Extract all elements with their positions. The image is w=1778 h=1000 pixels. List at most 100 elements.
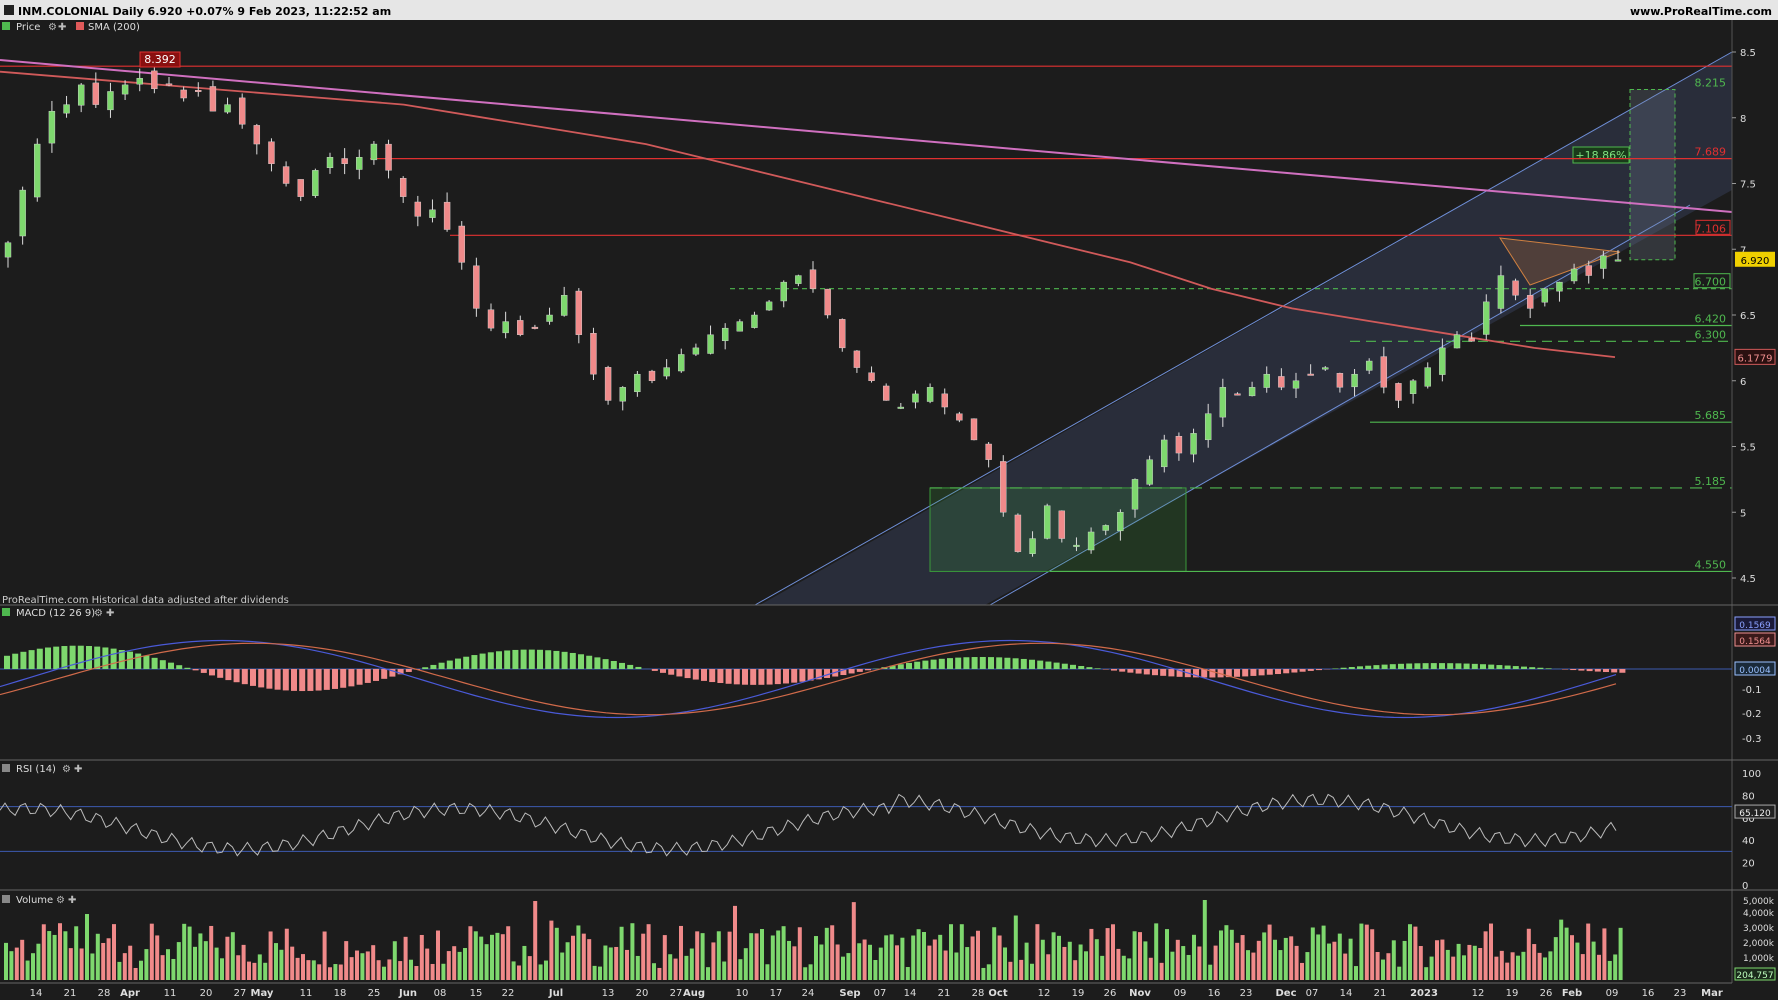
last-price-tag: 6.920 — [1741, 256, 1770, 267]
candle-body — [312, 170, 319, 196]
volume-bar — [371, 945, 376, 980]
candle-body — [1600, 255, 1607, 269]
candle-body — [209, 86, 217, 112]
macd-bar — [282, 669, 289, 691]
volume-bar — [155, 935, 160, 980]
volume-bar — [668, 954, 673, 980]
rsi-tick-label: 80 — [1742, 791, 1755, 802]
macd-bar — [824, 669, 830, 678]
volume-bar — [1526, 928, 1531, 980]
macd-bar — [635, 666, 642, 669]
volume-bar — [679, 925, 683, 980]
volume-bar — [1186, 954, 1191, 980]
macd-bar — [1119, 669, 1126, 672]
candle-body — [19, 189, 26, 237]
volume-bar — [916, 929, 921, 980]
wrench-icon[interactable]: ⚙ — [62, 764, 71, 775]
rsi-legend: RSI (14) ⚙ ✚ — [2, 764, 82, 775]
plus-icon[interactable]: ✚ — [68, 895, 76, 906]
wrench-icon[interactable]: ⚙ — [56, 895, 65, 906]
plus-icon[interactable]: ✚ — [58, 22, 66, 33]
volume-bar — [824, 927, 829, 980]
x-tick-label: 15 — [470, 988, 483, 999]
level-label: 7.106 — [1695, 222, 1727, 235]
x-tick-label: 2023 — [1410, 988, 1438, 999]
volume-bar — [1570, 935, 1574, 980]
volume-bar — [322, 931, 327, 980]
candle-body — [1263, 373, 1270, 388]
volume-bar — [74, 926, 79, 980]
macd-bar — [955, 657, 962, 669]
volume-bar — [652, 963, 656, 980]
volume-bar — [884, 935, 889, 980]
volume-bar — [9, 951, 14, 980]
sma-tag: 6.1779 — [1738, 353, 1773, 364]
x-tick-label: 12 — [1038, 988, 1051, 999]
volume-bar — [625, 949, 629, 980]
x-tick-label: Aug — [683, 988, 705, 999]
macd-bar — [307, 669, 314, 691]
candle-body — [809, 269, 817, 289]
volume-tick-label: 1,000k — [1743, 954, 1775, 964]
candle-body — [238, 97, 246, 125]
macd-bar — [479, 653, 486, 669]
x-tick-label: 20 — [636, 988, 649, 999]
volume-bar — [1321, 925, 1326, 980]
candle-body — [1058, 510, 1066, 539]
volume-bar — [635, 955, 640, 980]
macd-bar — [1471, 663, 1478, 669]
x-tick-label: 19 — [1506, 988, 1519, 999]
plus-icon[interactable]: ✚ — [106, 608, 114, 619]
volume-bar — [382, 966, 386, 980]
volume-bar — [1418, 946, 1423, 980]
x-tick-label: 12 — [1472, 988, 1485, 999]
candle-body — [1131, 479, 1139, 510]
volume-bar — [344, 941, 349, 980]
volume-bar — [781, 926, 786, 980]
macd-bar — [1299, 669, 1306, 672]
volume-bar — [112, 924, 116, 980]
macd-bar — [528, 649, 535, 669]
volume-bar — [1062, 946, 1067, 980]
trading-chart[interactable]: INM.COLONIAL Daily 6.920 +0.07% 9 Feb 20… — [0, 0, 1778, 1000]
volume-bar — [171, 958, 176, 980]
wrench-icon[interactable]: ⚙ — [94, 608, 103, 619]
macd-bar — [1127, 669, 1134, 673]
candle-body — [473, 265, 480, 309]
macd-tick-label: -0.2 — [1742, 709, 1762, 720]
volume-bar — [376, 960, 381, 980]
candle-body — [956, 413, 963, 421]
macd-bar — [610, 660, 617, 669]
macd-bar — [914, 661, 921, 669]
volume-bar — [587, 939, 592, 980]
volume-bar — [1537, 952, 1542, 980]
volume-legend: Volume ⚙ ✚ — [2, 895, 76, 906]
macd-bar — [323, 669, 330, 690]
x-tick-label: 09 — [1174, 988, 1187, 999]
plus-icon[interactable]: ✚ — [74, 764, 82, 775]
price-tick-label: 6.5 — [1740, 311, 1756, 322]
volume-bar — [603, 945, 608, 980]
macd-bar — [110, 648, 117, 669]
macd-bar — [963, 657, 970, 669]
volume-bar — [403, 936, 408, 980]
wrench-icon[interactable]: ⚙ — [48, 22, 57, 33]
macd-bar — [266, 669, 273, 689]
volume-bar — [1613, 954, 1618, 980]
macd-bar — [1463, 663, 1470, 669]
x-tick-label: Apr — [120, 988, 140, 999]
candle-body — [165, 83, 173, 86]
macd-bar — [258, 669, 265, 688]
volume-label: Volume — [16, 895, 53, 906]
candle-body — [297, 179, 304, 197]
volume-bar — [641, 933, 646, 980]
candle-body — [1512, 280, 1519, 296]
volume-bar — [1391, 940, 1396, 980]
brand-link[interactable]: www.ProRealTime.com — [1630, 5, 1772, 18]
macd-bar — [1291, 669, 1298, 673]
volume-bar — [1310, 927, 1315, 980]
macd-bar — [159, 660, 166, 669]
macd-bar — [783, 669, 789, 684]
volume-bar — [576, 925, 581, 980]
macd-bar — [897, 664, 904, 669]
